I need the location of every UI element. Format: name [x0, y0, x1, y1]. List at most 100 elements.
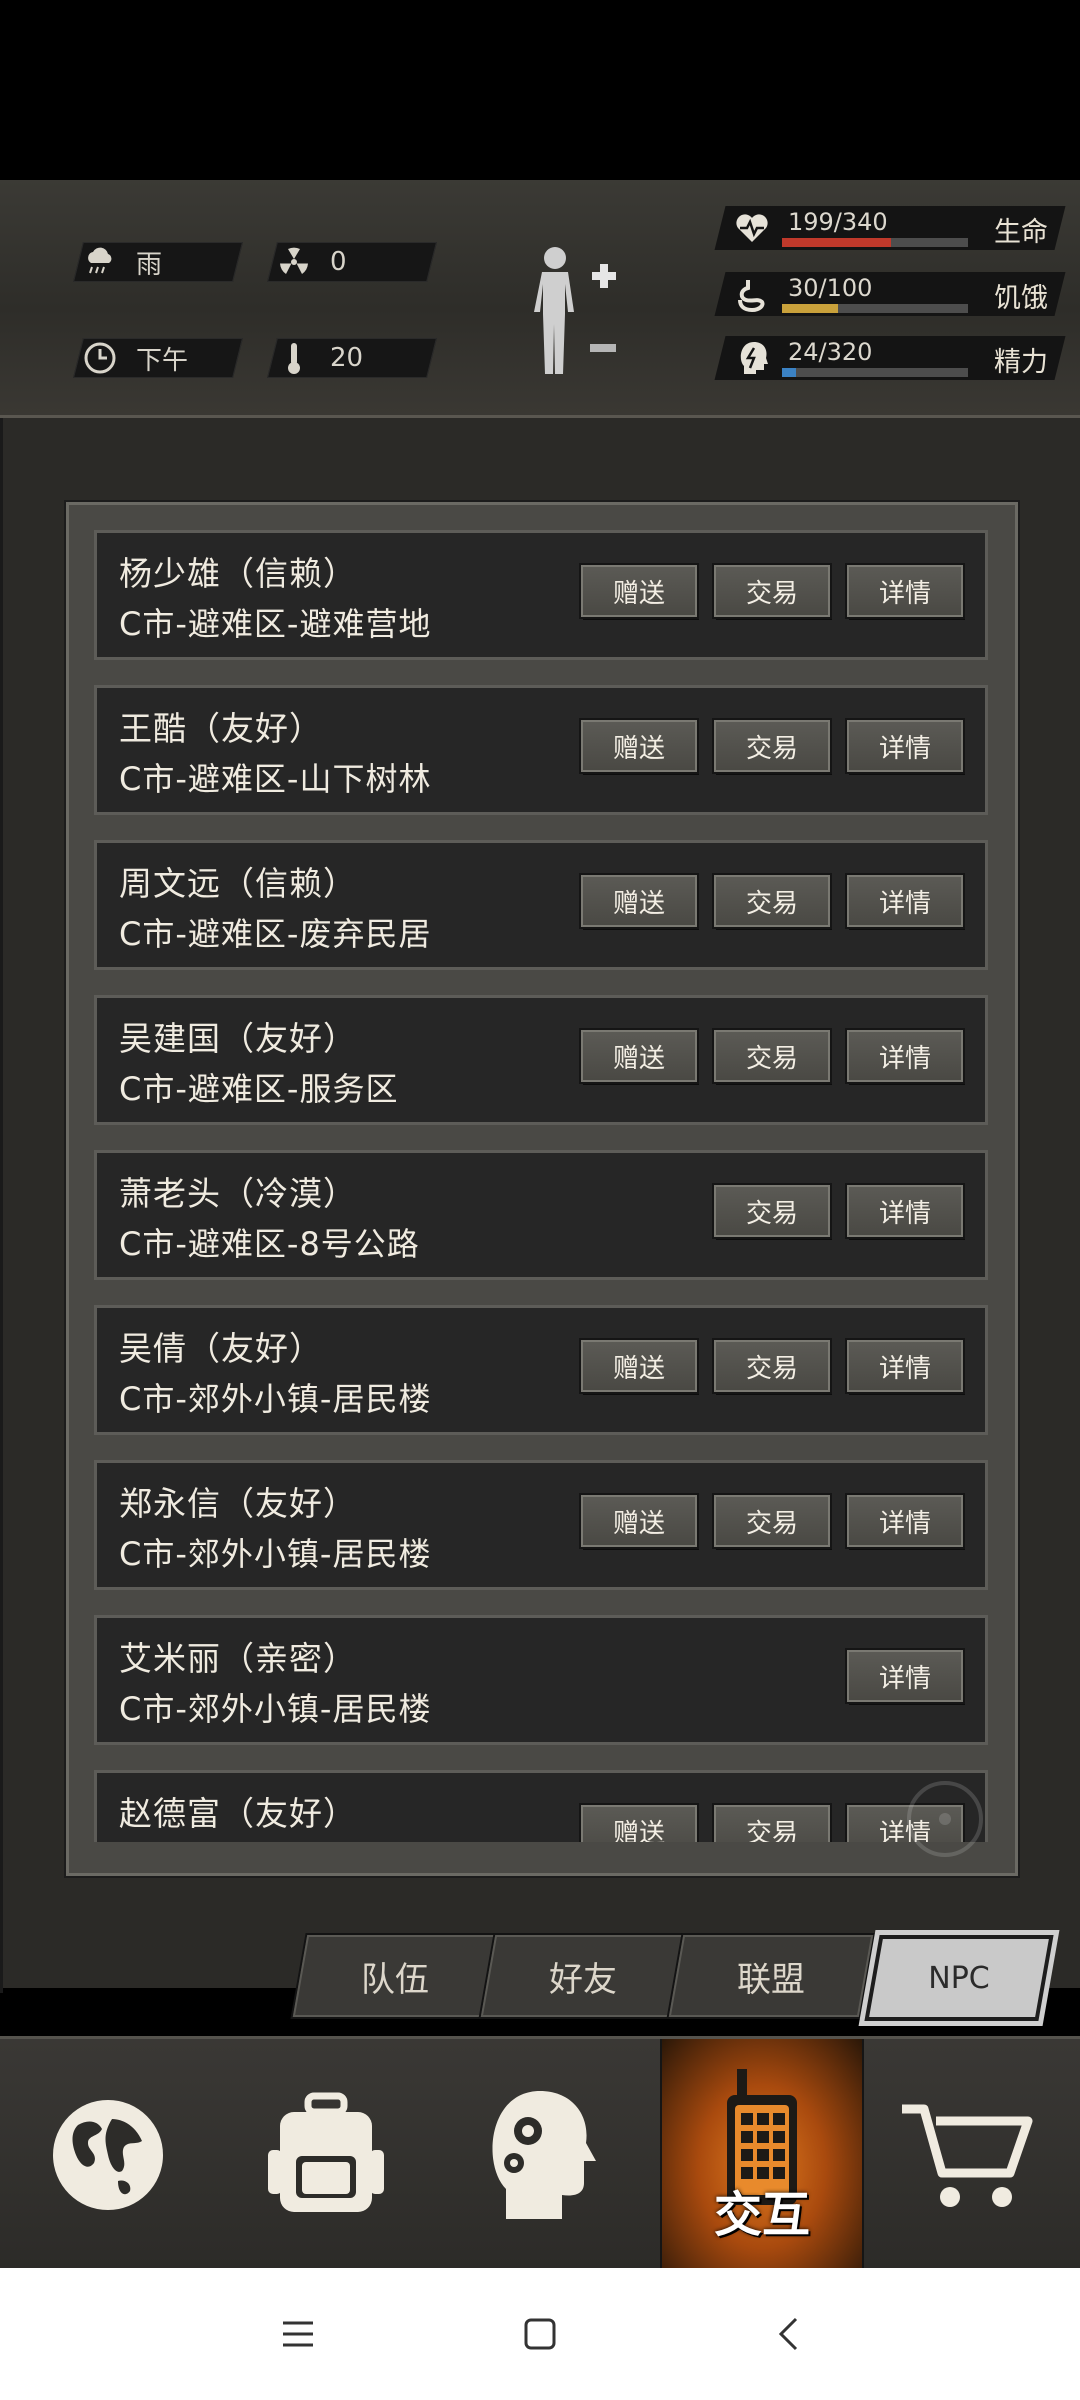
nav-skills[interactable] [440, 2039, 640, 2271]
npc-location: C市-郊外小镇-居民楼 [119, 1380, 432, 1418]
npc-name: 王酷（友好） [119, 709, 323, 748]
health-label: 生命 [994, 217, 1048, 248]
hunger-value: 30/100 [788, 274, 873, 302]
vital-hunger: 30/100 饥饿 [714, 272, 1066, 316]
energy-bar [782, 368, 968, 377]
body-status-button[interactable] [520, 240, 630, 390]
npc-location: C市-避难区-8号公路 [119, 1225, 420, 1263]
tab-team-label: 队伍 [361, 1959, 429, 2000]
bottom-nav: 交互 [0, 2036, 1080, 2271]
gift-button[interactable]: 赠送 [581, 1495, 697, 1547]
npc-list[interactable]: 杨少雄（信赖） C市-避难区-避难营地 赠送 交易 详情 王酷（友好） C市-避难区-山下树… [94, 530, 990, 1842]
npc-name: 赵德富（友好） [119, 1794, 357, 1833]
trade-button[interactable]: 交易 [714, 1805, 830, 1842]
tab-team[interactable]: 队伍 [292, 1935, 498, 2017]
npc-card: 吴倩（友好） C市-郊外小镇-居民楼 赠送 交易 详情 [94, 1305, 988, 1435]
npc-location: C市-郊外小镇-居民楼 [119, 1690, 432, 1728]
details-button[interactable]: 详情 [847, 1185, 963, 1237]
gift-button[interactable]: 赠送 [581, 875, 697, 927]
npc-card: 郑永信（友好） C市-郊外小镇-居民楼 赠送 交易 详情 [94, 1460, 988, 1590]
gift-button[interactable]: 赠送 [581, 1340, 697, 1392]
npc-name: 周文远（信赖） [119, 864, 357, 903]
npc-card: 赵德富（友好） 赠送 交易 详情 [94, 1770, 988, 1842]
back-button[interactable] [756, 2302, 820, 2366]
weather-value: 雨 [136, 249, 163, 280]
radiation-chip: 0 [267, 242, 437, 282]
home-square-icon [524, 2318, 556, 2350]
clock-icon [78, 338, 122, 378]
trade-button[interactable]: 交易 [714, 1340, 830, 1392]
system-nav-bar [0, 2268, 1080, 2400]
details-button[interactable]: 详情 [847, 720, 963, 772]
npc-name: 杨少雄（信赖） [119, 554, 357, 593]
tab-friends[interactable]: 好友 [480, 1935, 686, 2017]
radiation-watermark-icon [907, 1781, 983, 1857]
time-chip: 下午 [73, 338, 243, 378]
trade-button[interactable]: 交易 [714, 1030, 830, 1082]
hunger-bar [782, 304, 968, 313]
npc-location: C市-避难区-废弃民居 [119, 915, 432, 953]
heart-pulse-icon [736, 214, 768, 242]
nav-interact[interactable]: 交互 [660, 2039, 864, 2271]
nav-shop[interactable] [868, 2039, 1068, 2271]
home-button[interactable] [508, 2302, 572, 2366]
tab-npc[interactable]: NPC [864, 1935, 1054, 2021]
details-button[interactable]: 详情 [847, 875, 963, 927]
time-of-day-value: 下午 [136, 345, 189, 376]
details-button[interactable]: 详情 [847, 1340, 963, 1392]
npc-card: 艾米丽（亲密） C市-郊外小镇-居民楼 详情 [94, 1615, 988, 1745]
npc-name: 吴建国（友好） [119, 1019, 357, 1058]
trade-button[interactable]: 交易 [714, 565, 830, 617]
npc-location: C市-避难区-服务区 [119, 1070, 399, 1108]
details-button[interactable]: 详情 [847, 1650, 963, 1702]
status-panel: 雨 0 下午 20 199/340 生命 30/100 饥饿 24/320 精力 [0, 180, 1080, 418]
nav-backpack[interactable] [226, 2039, 426, 2271]
weather-chip: 雨 [73, 242, 243, 282]
npc-list-panel: 杨少雄（信赖） C市-避难区-避难营地 赠送 交易 详情 王酷（友好） C市-避难区-山下树… [66, 502, 1018, 1876]
npc-location: C市-郊外小镇-居民楼 [119, 1535, 432, 1573]
npc-name: 艾米丽（亲密） [119, 1639, 357, 1678]
npc-card: 吴建国（友好） C市-避难区-服务区 赠送 交易 详情 [94, 995, 988, 1125]
tab-friends-label: 好友 [549, 1959, 617, 2000]
npc-name: 萧老头（冷漠） [119, 1174, 357, 1213]
nav-map[interactable] [8, 2039, 208, 2271]
trade-button[interactable]: 交易 [714, 1185, 830, 1237]
head-energy-icon [740, 342, 768, 374]
npc-card: 王酷（友好） C市-避难区-山下树林 赠送 交易 详情 [94, 685, 988, 815]
skills-head-icon [492, 2091, 596, 2219]
details-button[interactable]: 详情 [847, 1495, 963, 1547]
npc-name: 郑永信（友好） [119, 1484, 357, 1523]
vital-health: 199/340 生命 [714, 206, 1066, 250]
details-button[interactable]: 详情 [847, 1030, 963, 1082]
tab-alliance[interactable]: 联盟 [668, 1935, 874, 2017]
details-button[interactable]: 详情 [847, 565, 963, 617]
trade-button[interactable]: 交易 [714, 875, 830, 927]
gift-button[interactable]: 赠送 [581, 720, 697, 772]
shopping-cart-icon [902, 2104, 1033, 2207]
health-value: 199/340 [788, 208, 888, 236]
temperature-value: 20 [330, 343, 364, 373]
gift-button[interactable]: 赠送 [581, 1805, 697, 1842]
npc-location: C市-避难区-山下树林 [119, 760, 432, 798]
energy-value: 24/320 [788, 338, 873, 366]
gift-button[interactable]: 赠送 [581, 1030, 697, 1082]
npc-name: 吴倩（友好） [119, 1329, 323, 1368]
human-body-icon [534, 247, 616, 374]
main-frame: 杨少雄（信赖） C市-避难区-避难营地 赠送 交易 详情 王酷（友好） C市-避难区-山下树… [0, 418, 1080, 1993]
npc-location: C市-避难区-避难营地 [119, 605, 432, 643]
rain-cloud-icon [78, 242, 122, 282]
trade-button[interactable]: 交易 [714, 720, 830, 772]
radiation-icon [272, 242, 316, 282]
menu-icon [283, 2321, 313, 2347]
npc-card: 萧老头（冷漠） C市-避难区-8号公路 交易 详情 [94, 1150, 988, 1280]
menu-button[interactable] [266, 2302, 330, 2366]
gift-button[interactable]: 赠送 [581, 565, 697, 617]
tab-npc-label: NPC [928, 1960, 990, 1996]
npc-card: 杨少雄（信赖） C市-避难区-避难营地 赠送 交易 详情 [94, 530, 988, 660]
stomach-icon [738, 280, 765, 312]
backpack-icon [268, 2092, 384, 2212]
energy-label: 精力 [994, 347, 1048, 378]
radiation-value: 0 [330, 247, 347, 277]
thermometer-icon [272, 338, 316, 378]
trade-button[interactable]: 交易 [714, 1495, 830, 1547]
